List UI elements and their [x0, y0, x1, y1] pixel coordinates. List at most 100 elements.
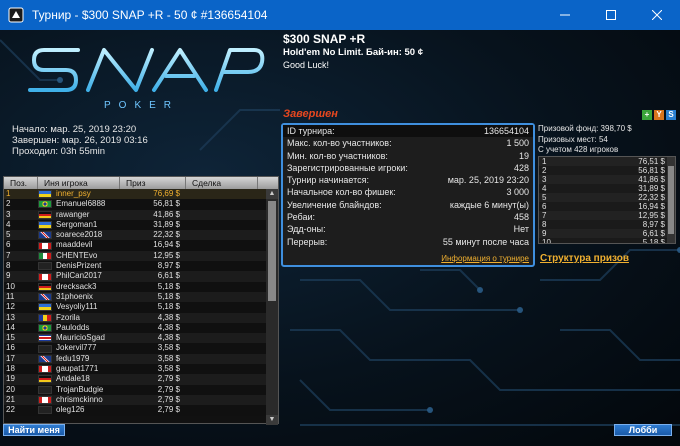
detail-label: Ребаи:	[287, 212, 315, 223]
prize-place: 4	[542, 184, 547, 193]
detail-label: Мин. кол-во участников:	[287, 150, 388, 161]
table-row[interactable]: 1 inner_psy 76,69 $	[4, 189, 266, 200]
flag-icon	[38, 406, 52, 415]
detail-row: Ребаи: 458	[283, 211, 533, 223]
flag-icon	[38, 200, 52, 209]
prize-scroll-thumb[interactable]	[668, 166, 674, 234]
table-row[interactable]: 13 Fzorila 4,38 $	[4, 312, 266, 323]
player-position: 6	[6, 240, 11, 250]
prize-pool: Призовой фонд: 398,70 $	[538, 124, 632, 133]
player-name-cell: rawanger	[38, 210, 120, 220]
table-row[interactable]: 6 maaddevil 16,94 $	[4, 240, 266, 251]
table-row[interactable]: 7 CHENTEvo 12,95 $	[4, 250, 266, 262]
tournament-info-link[interactable]: Информация о турнире	[441, 254, 529, 263]
column-header-position[interactable]: Поз.	[4, 177, 38, 189]
player-deal	[186, 374, 258, 384]
close-button[interactable]	[634, 0, 680, 30]
detail-value: 3 000	[506, 187, 529, 198]
add-icon[interactable]: +	[642, 110, 652, 120]
table-row[interactable]: 4 Sergoman1 31,89 $	[4, 219, 266, 231]
column-header-prize[interactable]: Приз	[120, 177, 186, 189]
table-row[interactable]: 19 Andale18 2,79 $	[4, 374, 266, 385]
flag-icon	[38, 344, 52, 353]
table-row[interactable]: 3 rawanger 41,86 $	[4, 209, 266, 220]
table-row[interactable]: 14 Paulodds 4,38 $	[4, 322, 266, 334]
player-prize: 2,79 $	[157, 394, 180, 404]
prize-amount: 31,89 $	[638, 184, 665, 193]
maximize-button[interactable]	[588, 0, 634, 30]
prize-structure-link[interactable]: Структура призов	[540, 253, 629, 264]
player-position: 3	[6, 209, 11, 219]
duration: Проходил: 03h 55min	[12, 146, 106, 157]
detail-row: Мин. кол-во участников: 19	[283, 150, 533, 162]
prize-amount: 6,61 $	[642, 229, 665, 238]
player-position: 4	[6, 219, 11, 229]
table-row[interactable]: 17 fedu1979 3,58 $	[4, 353, 266, 365]
player-deal	[186, 313, 258, 323]
player-deal	[186, 199, 258, 209]
table-row[interactable]: 18 gaupat1771 3,58 $	[4, 364, 266, 375]
table-row[interactable]: 16 Jokervil777 3,58 $	[4, 343, 266, 354]
find-me-button[interactable]: Найти меня	[3, 424, 65, 436]
minimize-icon	[560, 14, 570, 16]
player-name-cell: inner_psy	[38, 189, 120, 199]
filter-icon[interactable]: Y	[654, 110, 664, 120]
player-prize: 6,61 $	[157, 271, 180, 281]
prize-row: 7 12,95 $	[539, 211, 675, 220]
player-position: 21	[6, 394, 15, 404]
player-position: 12	[6, 302, 15, 312]
players-scrollbar[interactable]: ▲ ▼	[266, 189, 278, 425]
scroll-thumb[interactable]	[268, 201, 276, 301]
detail-row: Перерыв: 55 минут после часа	[283, 236, 533, 248]
player-position: 13	[6, 312, 15, 322]
player-name: rawanger	[56, 209, 90, 219]
player-name: Emanuel6888	[56, 199, 106, 209]
detail-row: Макс. кол-во участников: 1 500	[283, 137, 533, 149]
player-prize: 41,86 $	[153, 209, 180, 219]
player-name-cell: fedu1979	[38, 354, 120, 364]
table-row[interactable]: 11 31phoenix 5,18 $	[4, 291, 266, 303]
snap-poker-logo: POKER	[28, 48, 265, 111]
scroll-up-icon[interactable]: ▲	[266, 189, 278, 199]
player-name-cell: MauricioSgad	[38, 333, 120, 343]
table-row[interactable]: 22 oleg126 2,79 $	[4, 405, 266, 416]
table-row[interactable]: 8 DenisPrizent 8,97 $	[4, 261, 266, 272]
table-row[interactable]: 12 Vesyoliy111 5,18 $	[4, 302, 266, 313]
table-row[interactable]: 2 Emanuel6888 56,81 $	[4, 199, 266, 210]
player-prize: 12,95 $	[153, 250, 180, 260]
player-name-cell: PhilCan2017	[38, 271, 120, 281]
table-row[interactable]: 5 soarece2018 22,32 $	[4, 230, 266, 241]
prize-scrollbar[interactable]	[667, 157, 675, 243]
player-name-cell: DenisPrizent	[38, 261, 120, 271]
column-header-deal[interactable]: Сделка	[186, 177, 258, 189]
settings-icon[interactable]: S	[666, 110, 676, 120]
lobby-button[interactable]: Лобби	[614, 424, 672, 436]
player-prize: 4,38 $	[157, 312, 180, 322]
player-name: 31phoenix	[56, 291, 93, 301]
player-prize: 22,32 $	[153, 230, 180, 240]
detail-row: Эдд-оны: Нет	[283, 223, 533, 235]
table-row[interactable]: 15 MauricioSgad 4,38 $	[4, 333, 266, 344]
player-position: 17	[6, 353, 15, 363]
prize-amount: 22,32 $	[638, 193, 665, 202]
table-row[interactable]: 20 TrojanBudgie 2,79 $	[4, 384, 266, 395]
column-header-name[interactable]: Иня игрока	[38, 177, 120, 189]
minimize-button[interactable]	[542, 0, 588, 30]
player-name-cell: oleg126	[38, 405, 120, 415]
table-row[interactable]: 9 PhilCan2017 6,61 $	[4, 271, 266, 282]
flag-icon	[38, 282, 52, 291]
player-name: TrojanBudgie	[56, 384, 104, 394]
scroll-down-icon[interactable]: ▼	[266, 415, 278, 425]
player-position: 22	[6, 405, 15, 415]
flag-icon	[38, 210, 52, 219]
detail-row: ID турнира: 136654104	[283, 125, 533, 138]
detail-value: мар. 25, 2019 23:20	[447, 175, 529, 186]
table-row[interactable]: 10 drecksack3 5,18 $	[4, 281, 266, 292]
table-row[interactable]: 21 chrismckinno 2,79 $	[4, 394, 266, 406]
player-name: chrismckinno	[56, 394, 103, 404]
flag-icon	[38, 293, 52, 302]
detail-label: Перерыв:	[287, 236, 328, 247]
detail-row: Турнир начинается: мар. 25, 2019 23:20	[283, 174, 533, 186]
player-prize: 2,79 $	[157, 374, 180, 384]
prize-amount: 41,86 $	[638, 175, 665, 184]
